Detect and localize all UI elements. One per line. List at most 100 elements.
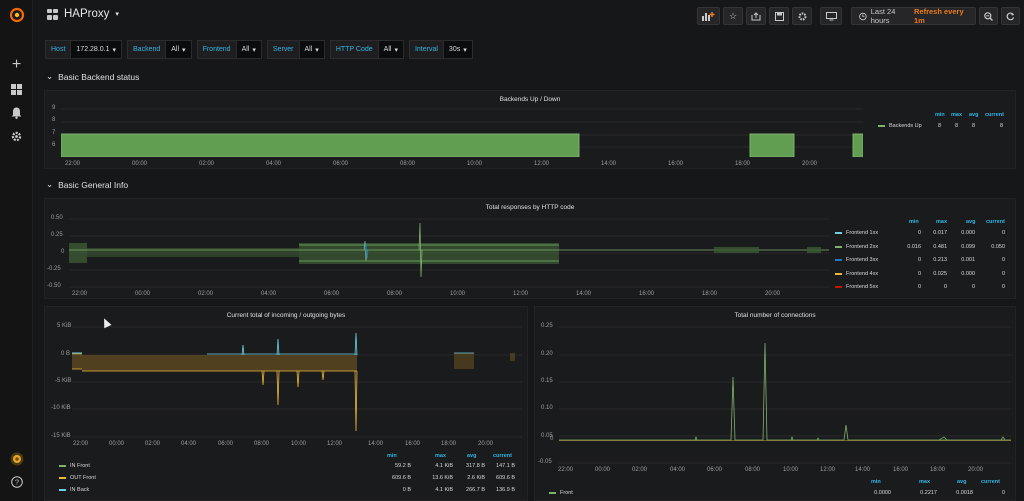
legend-swatch: [59, 477, 66, 479]
panel-title: Current total of incoming / outgoing byt…: [226, 312, 346, 319]
x-tick: 00:00: [135, 291, 151, 297]
zoom-out-button[interactable]: [979, 7, 998, 25]
x-tick: 10:00: [450, 291, 466, 297]
x-tick: 04:00: [261, 291, 277, 297]
backends-up-area: [61, 133, 580, 157]
legend-item-label: Frontend 1xx: [846, 230, 879, 236]
legend-header-max[interactable]: max: [936, 219, 947, 225]
y-tick: -0.25: [47, 266, 61, 272]
variable-frontend[interactable]: Frontend All ▾: [196, 40, 262, 59]
legend-header-current[interactable]: current: [981, 479, 1000, 485]
variable-interval[interactable]: Interval 30s ▾: [408, 40, 473, 59]
panel-backends-up-down[interactable]: Backends Up / Down 9 8 7 6 22:00 00:00 0…: [44, 90, 1016, 169]
row-header-backend[interactable]: ⌄ Basic Backend status: [46, 71, 139, 82]
legend-header-avg[interactable]: avg: [957, 479, 966, 485]
plus-icon[interactable]: +: [0, 55, 33, 75]
legend-header-max[interactable]: max: [435, 453, 446, 459]
legend-header-min[interactable]: min: [909, 219, 919, 225]
legend-item[interactable]: IN Front: [59, 463, 90, 469]
bell-icon[interactable]: [0, 103, 33, 123]
x-tick: 02:00: [632, 467, 648, 473]
legend-header-avg[interactable]: avg: [467, 453, 476, 459]
variable-value[interactable]: All ▾: [236, 40, 262, 59]
legend-item[interactable]: IN Back: [59, 487, 89, 493]
legend-header-current[interactable]: current: [493, 453, 512, 459]
legend-item[interactable]: Frontend 2xx: [835, 244, 878, 250]
variable-value[interactable]: All ▾: [378, 40, 404, 59]
legend-swatch: [878, 125, 885, 127]
legend-header-max[interactable]: max: [951, 112, 962, 118]
avatar[interactable]: [0, 449, 33, 469]
legend-value-current: 0: [1001, 257, 1005, 263]
star-button[interactable]: ☆: [723, 7, 743, 25]
legend-value-min: 0.0000: [874, 490, 891, 496]
tv-mode-button[interactable]: [820, 7, 842, 25]
legend-header-current[interactable]: current: [985, 112, 1004, 118]
variable-server[interactable]: Server All ▾: [266, 40, 325, 59]
legend-header-avg[interactable]: avg: [966, 219, 975, 225]
legend-header-min[interactable]: min: [935, 112, 945, 118]
variable-value[interactable]: All ▾: [299, 40, 325, 59]
variable-http-code[interactable]: HTTP Code All ▾: [329, 40, 404, 59]
legend-item-label: Front: [560, 490, 573, 496]
dashboard-title[interactable]: HAProxy ▾: [47, 8, 119, 20]
add-panel-button[interactable]: [697, 7, 720, 25]
y-tick: 5 KiB: [57, 323, 72, 329]
time-picker-button[interactable]: Last 24 hours Refresh every 1m: [851, 7, 976, 25]
variable-value[interactable]: 30s ▾: [443, 40, 473, 59]
save-button[interactable]: [769, 7, 789, 25]
y-tick: 0.20: [541, 351, 553, 357]
legend-item[interactable]: Frontend 5xx: [835, 284, 878, 290]
variable-value[interactable]: All ▾: [166, 40, 192, 59]
legend-header-current[interactable]: current: [986, 219, 1005, 225]
y-tick: 0: [550, 436, 554, 442]
legend-item[interactable]: Frontend 4xx: [835, 271, 878, 277]
legend-value-avg: 0.099: [961, 243, 975, 250]
variable-backend[interactable]: Backend All ▾: [127, 40, 192, 59]
legend-item[interactable]: OUT Front: [59, 475, 96, 481]
x-tick: 18:00: [735, 161, 751, 167]
chevron-down-icon: ⌄: [46, 71, 54, 81]
panel-total-connections[interactable]: Total number of connections 0.25 0.20 0.…: [534, 306, 1016, 501]
x-tick: 08:00: [387, 291, 403, 297]
y-tick: 0 B: [61, 351, 71, 357]
legend-value-current: 0: [1001, 230, 1005, 236]
legend-item-front[interactable]: Front: [549, 490, 573, 496]
legend-value-min: 0.016: [907, 243, 921, 250]
legend-value-current: 147.1 B: [496, 463, 515, 469]
gear-icon[interactable]: [0, 126, 33, 146]
legend-header-max[interactable]: max: [919, 479, 930, 485]
x-tick: 12:00: [820, 467, 836, 473]
panel-incoming-outgoing-bytes[interactable]: Current total of incoming / outgoing byt…: [44, 306, 528, 501]
backends-up-area: [749, 133, 795, 157]
x-tick: 02:00: [145, 441, 161, 447]
legend-header-min[interactable]: min: [871, 479, 881, 485]
legend-value-avg: 0.000: [961, 270, 975, 277]
legend-value-max: 0.481: [933, 243, 947, 250]
variable-value[interactable]: 172.28.0.1 ▾: [71, 40, 123, 59]
legend-item-backends-up[interactable]: Backends Up: [878, 123, 922, 129]
grafana-logo-icon[interactable]: [0, 5, 33, 25]
legend-header-min[interactable]: min: [387, 453, 397, 459]
refresh-button[interactable]: [1001, 7, 1020, 25]
panel-responses-by-http-code[interactable]: Total responses by HTTP code 0.50 0.25 0…: [44, 198, 1016, 299]
variable-host[interactable]: Host 172.28.0.1 ▾: [45, 40, 123, 59]
zoom-out-icon: [984, 11, 993, 21]
legend-item[interactable]: Frontend 3xx: [835, 257, 878, 263]
settings-button[interactable]: [792, 7, 812, 25]
legend-value-max: 0.017: [933, 230, 947, 236]
legend-swatch: [835, 272, 842, 275]
legend-value-max: 4.1 KiB: [435, 463, 453, 469]
caret-down-icon: ▾: [463, 46, 467, 54]
legend-item[interactable]: Frontend 1xx: [835, 230, 878, 236]
legend-value-max: 13.6 KiB: [432, 475, 453, 481]
dashboards-icon[interactable]: [0, 79, 33, 99]
row-header-general[interactable]: ⌄ Basic General Info: [46, 179, 128, 190]
variable-value-text: All: [171, 46, 180, 53]
legend-header-avg[interactable]: avg: [969, 112, 978, 118]
help-icon[interactable]: ?: [0, 472, 33, 492]
legend-value-avg: 0.0018: [956, 490, 973, 496]
share-button[interactable]: [746, 7, 766, 25]
legend-value-max: 8: [954, 123, 958, 129]
x-tick: 10:00: [783, 467, 799, 473]
